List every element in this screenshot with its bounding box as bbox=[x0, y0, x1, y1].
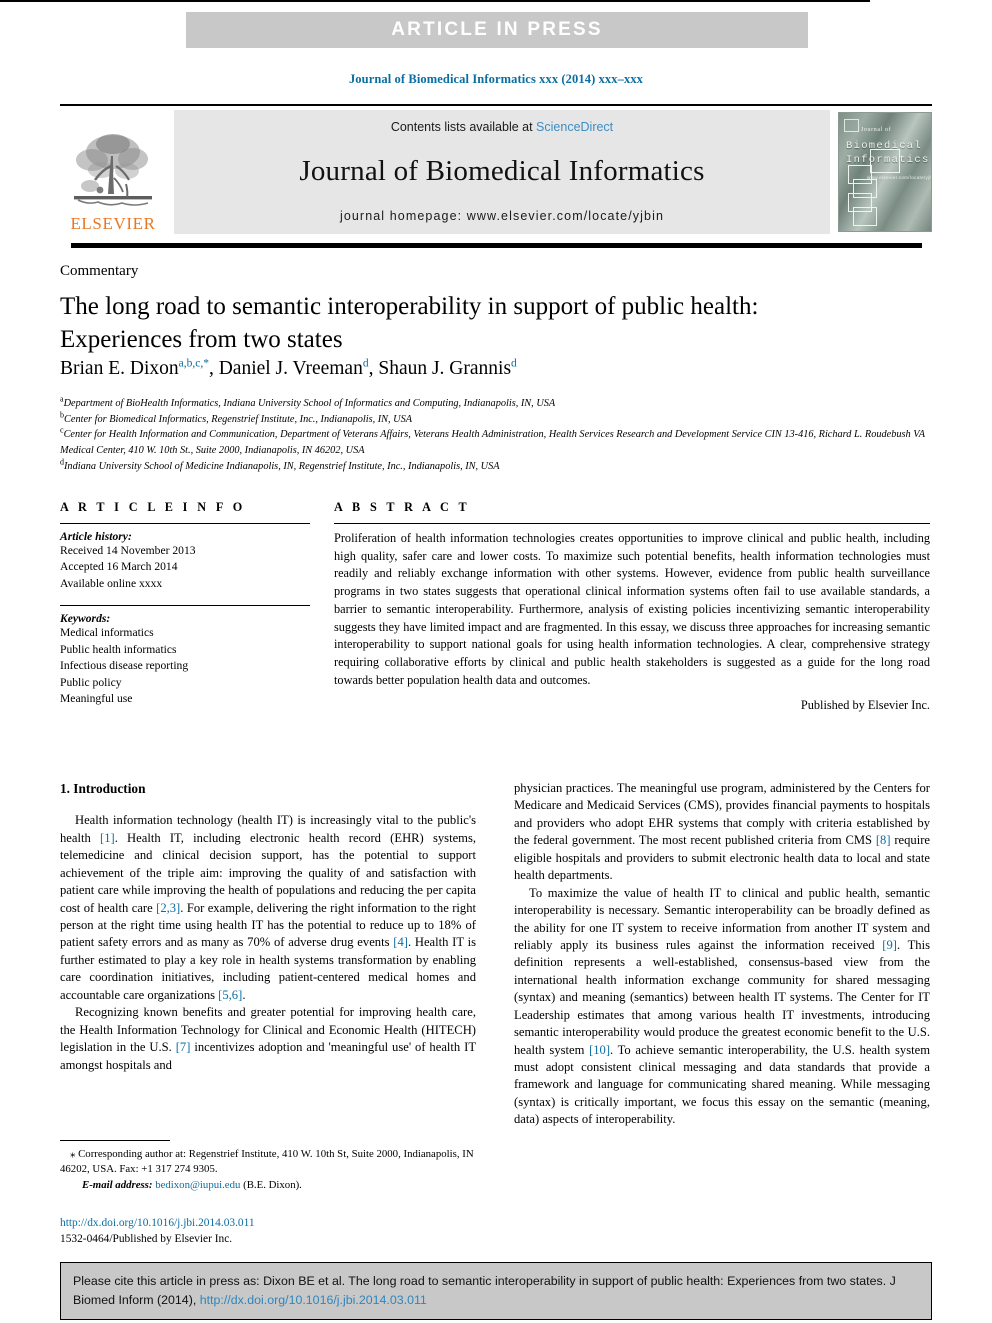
article-history-received: Received 14 November 2013 bbox=[60, 544, 196, 557]
body-paragraph: Health information technology (health IT… bbox=[60, 813, 477, 1002]
title-line-2: Experiences from two states bbox=[60, 326, 343, 353]
issn-copyright-line: 1532-0464/Published by Elsevier Inc. bbox=[60, 1232, 233, 1245]
keyword-item: Public policy bbox=[60, 675, 122, 689]
abstract-published-by: Published by Elsevier Inc. bbox=[800, 698, 930, 713]
affiliation-text: Center for Health Information and Commun… bbox=[60, 429, 925, 456]
abstract-heading: A B S T R A C T bbox=[334, 500, 471, 514]
keyword-item: Medical informatics bbox=[60, 626, 154, 640]
citation-doi-link[interactable]: http://dx.doi.org/10.1016/j.jbi.2014.03.… bbox=[200, 1293, 427, 1307]
masthead-bottom-rule bbox=[71, 243, 922, 248]
page-title: The long road to semantic interoperabili… bbox=[60, 290, 880, 356]
reference-citation[interactable]: [2,3] bbox=[156, 901, 180, 915]
title-line-1: The long road to semantic interoperabili… bbox=[60, 293, 759, 320]
reference-citation[interactable]: [4] bbox=[393, 935, 408, 949]
reference-citation[interactable]: [8] bbox=[876, 833, 891, 847]
affiliation-item: aDepartment of BioHealth Informatics, In… bbox=[60, 395, 940, 412]
author-name[interactable]: Daniel J. Vreeman bbox=[219, 358, 363, 379]
doi-link[interactable]: http://dx.doi.org/10.1016/j.jbi.2014.03.… bbox=[60, 1216, 490, 1232]
article-history-accepted: Accepted 16 March 2014 bbox=[60, 560, 178, 574]
elsevier-logo: ELSEVIER bbox=[60, 110, 166, 234]
masthead-center-panel: Contents lists available at ScienceDirec… bbox=[174, 110, 830, 234]
article-info-column: A R T I C L E I N F O Article history: R… bbox=[60, 500, 310, 708]
keyword-item: Public health informatics bbox=[60, 642, 177, 656]
author-name[interactable]: Shaun J. Grannis bbox=[378, 358, 511, 379]
reference-citation[interactable]: [9] bbox=[882, 938, 897, 952]
journal-masthead: ELSEVIER Contents lists available at Sci… bbox=[60, 104, 932, 234]
reference-citation[interactable]: [10] bbox=[589, 1043, 610, 1057]
contents-lists-prefix: Contents lists available at bbox=[390, 120, 537, 134]
author-affiliation-marks: d bbox=[362, 357, 369, 370]
author-name[interactable]: Brian E. Dixon bbox=[60, 358, 179, 379]
doi-and-issn-block: http://dx.doi.org/10.1016/j.jbi.2014.03.… bbox=[60, 1216, 490, 1247]
abstract-heading-rule bbox=[334, 523, 930, 524]
affiliation-item: cCenter for Health Information and Commu… bbox=[60, 426, 940, 458]
article-info-heading-rule bbox=[60, 523, 310, 524]
affiliation-text: Center for Biomedical Informatics, Regen… bbox=[64, 413, 413, 425]
corresponding-author-text: ⁎ Corresponding author at: Regenstrief I… bbox=[60, 1148, 474, 1176]
reference-citation[interactable]: [1] bbox=[100, 831, 115, 845]
email-footnote-line: E-mail address: bedixon@iupui.edu (B.E. … bbox=[60, 1178, 476, 1193]
affiliation-text: Department of BioHealth Informatics, Ind… bbox=[63, 398, 556, 409]
body-column-left: 1. Introduction Health information techn… bbox=[60, 780, 476, 1074]
sciencedirect-link[interactable]: ScienceDirect bbox=[536, 120, 613, 134]
citation-text: Please cite this article in press as: Di… bbox=[73, 1274, 896, 1307]
elsevier-tree-icon bbox=[70, 126, 156, 214]
journal-cover-thumbnail: Journal of Biomedical Informatics www.els… bbox=[838, 112, 932, 232]
keyword-item: Infectious disease reporting bbox=[60, 659, 189, 673]
email-owner: (B.E. Dixon). bbox=[243, 1178, 302, 1191]
cite-this-article-box: Please cite this article in press as: Di… bbox=[60, 1262, 932, 1321]
keywords-divider-rule bbox=[60, 605, 310, 607]
body-paragraph: Recognizing known benefits and greater p… bbox=[60, 1005, 477, 1072]
email-address-link[interactable]: bedixon@iupui.edu bbox=[155, 1179, 240, 1191]
article-history-online: Available online xxxx bbox=[60, 576, 163, 590]
footnote-divider-rule bbox=[60, 1140, 170, 1141]
article-type-label: Commentary bbox=[60, 263, 139, 279]
body-paragraph: physician practices. The meaningful use … bbox=[514, 781, 930, 883]
contents-lists-line: Contents lists available at ScienceDirec… bbox=[391, 120, 613, 134]
article-info-heading: A R T I C L E I N F O bbox=[60, 500, 246, 514]
email-address-label: E-mail address: bbox=[82, 1178, 153, 1191]
body-paragraph: To maximize the value of health IT to cl… bbox=[514, 885, 930, 1127]
keyword-item: Meaningful use bbox=[60, 692, 133, 706]
author-affiliation-marks: d bbox=[511, 357, 517, 370]
cover-superline: Journal of bbox=[861, 127, 892, 133]
affiliation-list: aDepartment of BioHealth Informatics, In… bbox=[60, 395, 940, 475]
article-in-press-banner: ARTICLE IN PRESS bbox=[186, 12, 808, 48]
author-affiliation-marks: a,b,c,* bbox=[178, 357, 209, 370]
section-heading-introduction: 1. Introduction bbox=[60, 781, 146, 796]
abstract-column: A B S T R A C T Proliferation of health … bbox=[334, 500, 930, 713]
info-section-bottom-rule bbox=[0, 1, 870, 2]
author-list: Brian E. Dixona,b,c,*, Daniel J. Vreeman… bbox=[60, 357, 517, 379]
article-in-press-label: ARTICLE IN PRESS bbox=[391, 19, 603, 40]
affiliation-item: dIndiana University School of Medicine I… bbox=[60, 458, 940, 475]
elsevier-wordmark: ELSEVIER bbox=[70, 214, 156, 233]
abstract-body: Proliferation of health information tech… bbox=[334, 531, 930, 687]
corresponding-author-footnote: ⁎ Corresponding author at: Regenstrief I… bbox=[60, 1140, 476, 1193]
journal-title: Journal of Biomedical Informatics bbox=[299, 155, 705, 187]
running-head-citation: Journal of Biomedical Informatics xxx (2… bbox=[348, 72, 644, 86]
article-history-label: Article history: bbox=[60, 530, 132, 543]
keywords-label: Keywords: bbox=[60, 612, 111, 626]
affiliation-text: Indiana University School of Medicine In… bbox=[64, 460, 500, 472]
reference-citation[interactable]: [5,6] bbox=[218, 988, 242, 1002]
affiliation-item: bCenter for Biomedical Informatics, Rege… bbox=[60, 411, 940, 428]
body-column-right: physician practices. The meaningful use … bbox=[514, 780, 930, 1129]
journal-homepage-line[interactable]: journal homepage: www.elsevier.com/locat… bbox=[340, 209, 664, 223]
reference-citation[interactable]: [7] bbox=[176, 1040, 191, 1054]
